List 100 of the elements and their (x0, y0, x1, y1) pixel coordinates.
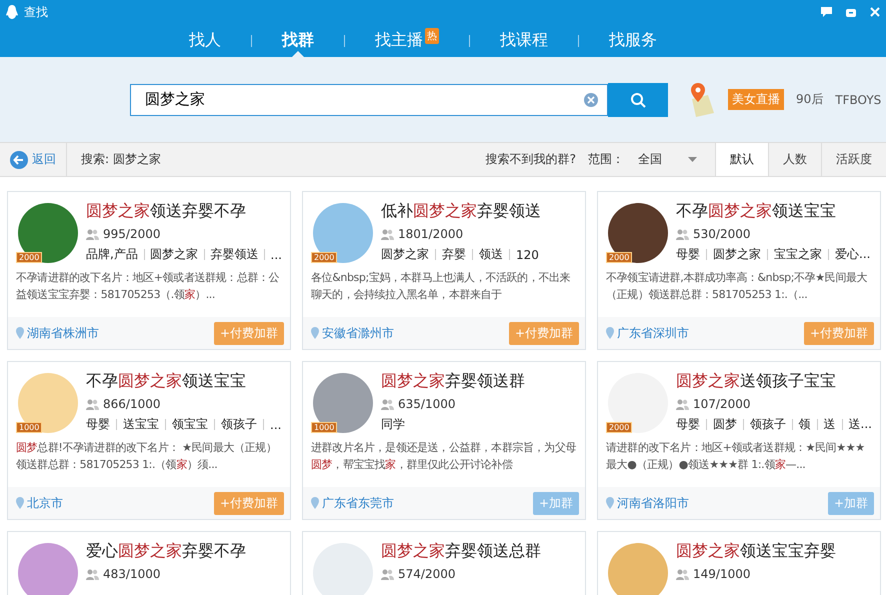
group-tag: 圆梦之家 (150, 246, 198, 263)
group-card[interactable]: 2000 不孕圆梦之家领送宝宝 530/2000 母婴 圆梦之家 宝宝之家 爱心... 不孕领宝请进群,本群成功率高：&nbsp;不孕★民间最大（正规）领送群总群：581705253 1:.（... 广东省深圳市 +付费加群 (597, 191, 881, 350)
group-tag: 送宝宝 (123, 416, 159, 433)
group-tag: 圆梦之家 (713, 246, 761, 263)
group-tag: 爱心... (835, 246, 870, 263)
window-title: 查找 (24, 4, 48, 20)
group-description: 进群改片名片，是领还是送，公益群，本群宗旨，为父母圆梦，帮宝宝找家，群里仅此公开讨论补偿 (311, 440, 577, 473)
group-tag: 120 (516, 248, 539, 262)
group-title[interactable]: 不孕圆梦之家领送宝宝 (86, 371, 282, 392)
group-card[interactable]: 1000 不孕圆梦之家领送宝宝 866/1000 母婴 送宝宝 领宝宝 领孩子 ... 圆梦总群!不孕请进群的改下名片： ★民间最大（正规）领送群总群：581705253 1:.（领家）须... 北京市 +付费加群 (7, 361, 291, 520)
group-description: 不孕请进群的改下名片：地区+领或者送群规：总群：公益领送宝宝弃婴：581705253（.领家）... (16, 270, 280, 303)
members-icon (676, 228, 689, 240)
group-title[interactable]: 低补圆梦之家弃婴领送 (381, 201, 541, 222)
group-tag: 母婴 (676, 246, 700, 263)
group-card[interactable]: 圆梦之家弃婴领送总群 574/2000 (302, 531, 586, 595)
location-text: 湖南省株洲市 (27, 324, 99, 342)
members-icon (381, 398, 394, 410)
group-card[interactable]: 圆梦之家领送宝宝弃婴 149/1000 (597, 531, 881, 595)
group-card[interactable]: 2000 圆梦之家领送弃婴不孕 995/2000 品牌,产品 圆梦之家 弃婴领送 ... 不孕请进群的改下名片：地区+领或者送群规：总群：公益领送宝宝弃婴：581705253（.领家）... 湖南省株洲市 +付费加群 (7, 191, 291, 350)
group-description: 不孕领宝请进群,本群成功率高：&nbsp;不孕★民间最大（正规）领送群总群：581705253 1:.（... (606, 270, 868, 303)
sort-tab[interactable]: 默认 (715, 143, 768, 176)
level-badge: 1000 (16, 422, 42, 433)
group-title[interactable]: 爱心圆梦之家弃婴不孕 (86, 541, 246, 562)
location-pin-icon (606, 497, 614, 509)
clear-icon[interactable] (584, 92, 598, 106)
location-text: 广东省深圳市 (617, 324, 689, 342)
group-title[interactable]: 圆梦之家弃婴领送群 (381, 371, 525, 392)
group-tag: 领孩子 (750, 416, 786, 433)
member-count: 1801/2000 (398, 227, 464, 241)
group-tag: 领 (798, 416, 811, 433)
level-badge: 2000 (606, 422, 632, 433)
group-tag: ... (270, 418, 282, 432)
group-tag: 母婴 (86, 416, 110, 433)
group-tag: ... (270, 248, 282, 262)
level-badge: 2000 (311, 252, 338, 263)
group-tag: 品牌,产品 (86, 246, 138, 263)
group-tag: 宝宝之家 (774, 246, 822, 263)
search-button[interactable] (608, 82, 668, 116)
location-text: 广东省东莞市 (322, 494, 394, 512)
group-description: 请进群的改下名片：地区+领或者送群规：★民间★★★最大●（正规）●领送★★★群 1:.领家—... (606, 440, 866, 473)
members-icon (86, 398, 99, 410)
group-description: 圆梦总群!不孕请进群的改下名片： ★民间最大（正规）领送群总群：581705253 1:.（领家）须... (16, 440, 278, 473)
member-count: 483/1000 (103, 567, 160, 581)
group-tag: 领孩子 (221, 416, 257, 433)
group-description: 各位&nbsp;宝妈，本群马上也满人，不活跃的，不出来聊天的，会持续拉入黑名单，本群来自于 (311, 270, 572, 303)
feedback-icon[interactable] (821, 7, 832, 17)
sort-tab[interactable]: 人数 (768, 143, 821, 176)
member-count: 995/2000 (103, 227, 160, 241)
range-dropdown[interactable]: 全国 (638, 151, 697, 168)
group-tag: 领送 (479, 246, 503, 263)
group-card[interactable]: 1000 圆梦之家弃婴领送群 635/1000 同学 进群改片名片，是领还是送，公益群，本群宗旨，为父母圆梦，帮宝宝找家，群里仅此公开讨论补偿 广东省东莞市 +加群 (302, 361, 586, 520)
group-tag: 弃婴领送 (210, 246, 258, 263)
group-title[interactable]: 圆梦之家领送弃婴不孕 (86, 201, 282, 222)
location-pin-icon (16, 497, 24, 509)
location-text: 安徽省滁州市 (322, 324, 394, 342)
group-avatar (608, 543, 668, 595)
members-icon (86, 228, 99, 240)
hot-search-tag[interactable]: 90后 (796, 91, 824, 108)
level-badge: 2000 (16, 252, 42, 263)
location-pin-icon (311, 497, 319, 509)
members-icon (676, 568, 689, 580)
member-count: 574/2000 (398, 567, 456, 581)
member-count: 866/1000 (103, 397, 160, 411)
member-count: 107/2000 (693, 397, 750, 411)
group-tag: 圆梦 (712, 416, 737, 433)
group-tag: 弃婴 (442, 246, 466, 263)
caret-icon (688, 157, 697, 162)
help-link[interactable]: 搜索不到我的群? (486, 151, 576, 168)
location-text: 河南省洛阳市 (617, 494, 689, 512)
group-card[interactable]: 2000 圆梦之家送领孩子宝宝 107/2000 母婴 圆梦 领孩子 领 送 送... 请进群的改下名片：地区+领或者送群规：★民间★★★最大●（正规）●领送★★★群 1:.领家—... 河南省洛阳市 +加群 (597, 361, 881, 520)
members-icon (86, 568, 99, 580)
search-query-text: 搜索: 圆梦之家 (80, 151, 161, 168)
close-icon[interactable] (870, 7, 880, 17)
location-pin-icon (16, 327, 24, 339)
level-badge: 2000 (606, 252, 632, 263)
level-badge: 1000 (311, 422, 338, 433)
group-card[interactable]: 2000 低补圆梦之家弃婴领送 1801/2000 圆梦之家 弃婴 领送 120 各位&nbsp;宝妈，本群马上也满人，不活跃的，不出来聊天的，会持续拉入黑名单，本群来自于 安徽省滁州市 +付费加群 (302, 191, 586, 350)
sort-tab[interactable]: 活跃度 (821, 143, 886, 176)
group-tag: 母婴 (676, 416, 700, 433)
members-icon (381, 568, 394, 580)
search-field[interactable]: 圆梦之家 (130, 84, 608, 116)
group-title[interactable]: 不孕圆梦之家领送宝宝 (676, 201, 870, 222)
hot-badge: 热 (425, 28, 439, 44)
group-avatar (18, 543, 78, 595)
member-count: 149/1000 (693, 567, 750, 581)
hot-search-tag[interactable]: TFBOYS (835, 92, 882, 106)
member-count: 530/2000 (693, 227, 750, 241)
group-title[interactable]: 圆梦之家弃婴领送总群 (381, 541, 541, 562)
back-link[interactable]: 返回 (0, 143, 67, 176)
group-title[interactable]: 圆梦之家领送宝宝弃婴 (676, 541, 836, 562)
group-card[interactable]: 爱心圆梦之家弃婴不孕 483/1000 (7, 531, 291, 595)
range-label: 范围： (588, 151, 624, 168)
group-tag: 送... (848, 416, 872, 433)
minimize-icon[interactable] (846, 7, 856, 17)
group-title[interactable]: 圆梦之家送领孩子宝宝 (676, 371, 872, 392)
penguin-icon (6, 5, 18, 19)
location-text: 北京市 (27, 494, 63, 512)
members-icon (381, 228, 394, 240)
members-icon (676, 398, 689, 410)
search-icon (630, 92, 646, 108)
